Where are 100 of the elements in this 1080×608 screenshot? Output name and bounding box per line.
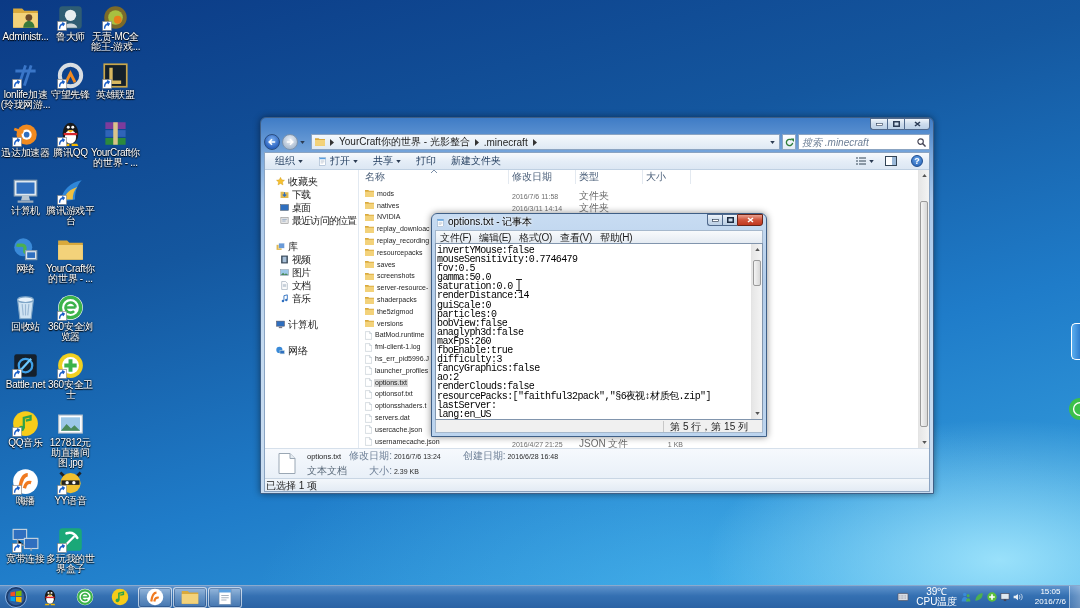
sidebar-item[interactable]: 最近访问的位置 xyxy=(265,214,358,227)
property-label: 修改日期: xyxy=(349,449,392,463)
toolbar-button[interactable]: 新建文件夹 xyxy=(446,153,506,169)
sidebar-item[interactable]: 网络 xyxy=(265,344,358,357)
sidebar-item[interactable]: 收藏夹 xyxy=(265,175,358,188)
plus-disc-icon[interactable] xyxy=(57,352,84,379)
file-icon xyxy=(365,330,372,340)
column-header[interactable]: 名称 xyxy=(359,170,509,184)
sidebar-item[interactable]: 下载 xyxy=(265,188,358,201)
frame-icon[interactable] xyxy=(102,62,129,89)
caret-icon[interactable] xyxy=(298,159,303,163)
folder-icon xyxy=(365,202,374,210)
desktop-icon-label[interactable]: 360安全卫士 xyxy=(45,380,96,400)
desktop-icon-label[interactable]: YourCraft你的世界 - ... xyxy=(90,148,141,168)
book-stack-icon[interactable] xyxy=(102,120,129,147)
monitor-icon[interactable] xyxy=(12,178,39,205)
desktop-icon-label[interactable]: lonlife加速(玲珑网游... xyxy=(0,90,51,110)
folder-icon xyxy=(365,296,374,304)
right-arrow-icon xyxy=(286,138,294,146)
list-view-icon xyxy=(856,157,866,165)
close-button[interactable] xyxy=(737,214,763,226)
sidebar-item[interactable]: 音乐 xyxy=(265,292,358,305)
pickaxe-tile-icon[interactable] xyxy=(57,526,84,553)
desktop-icon-label[interactable]: 英雄联盟 xyxy=(90,90,141,100)
desktop-icon-label[interactable]: 腾讯游戏平台 xyxy=(45,206,96,226)
toolbar-button[interactable]: 组织 xyxy=(270,153,308,169)
network-icon xyxy=(276,346,285,355)
ring-emblem-icon[interactable] xyxy=(102,4,129,31)
menu-item[interactable]: 查看(V) xyxy=(560,231,592,243)
slashed-ring-tile-icon[interactable] xyxy=(12,352,39,379)
sensor-label: CPU温度 xyxy=(916,597,958,607)
pane-icon xyxy=(885,156,897,166)
screen-icon xyxy=(280,203,289,212)
taskbar-button[interactable] xyxy=(208,586,242,608)
sidebar-item[interactable]: 文档 xyxy=(265,279,358,292)
maximize-icon xyxy=(726,217,734,223)
desktop-icon-label[interactable]: 迅达加速器 xyxy=(0,148,51,158)
status-text: 已选择 1 项 xyxy=(266,479,318,491)
slanted-strokes-icon[interactable] xyxy=(12,62,39,89)
desktop-icon-label[interactable]: Administr... xyxy=(0,32,51,42)
column-header[interactable]: 修改日期 xyxy=(509,170,576,184)
sidebar-item[interactable]: 计算机 xyxy=(265,318,358,331)
e-ring-icon[interactable] xyxy=(57,294,84,321)
toolbar-button[interactable]: 打开 xyxy=(313,153,363,169)
menu-item[interactable]: 编辑(E) xyxy=(479,231,512,243)
sidebar-item[interactable]: 库 xyxy=(265,240,358,253)
keyboard-icon[interactable] xyxy=(896,592,909,602)
column-header[interactable]: 大小 xyxy=(643,170,691,184)
caret-icon[interactable] xyxy=(353,159,358,163)
side-panel-tab[interactable] xyxy=(1071,323,1080,360)
chevron-icon xyxy=(330,138,334,146)
taskbar-button[interactable] xyxy=(138,586,172,608)
desktop-icon-label[interactable]: 360安全浏览器 xyxy=(45,322,96,342)
sidebar-item[interactable]: 视频 xyxy=(265,253,358,266)
desktop-icon-label[interactable]: 多玩我的世界盒子 xyxy=(45,554,96,574)
desktop-icon-label[interactable]: YourCraft你的世界 - ... xyxy=(45,264,96,284)
file-type: 文件夹 xyxy=(579,189,609,201)
minimize-button[interactable] xyxy=(707,214,722,226)
preview-pane-button[interactable] xyxy=(882,153,900,169)
status-text: 第 5 行，第 15 列 xyxy=(663,420,762,432)
sidebar-item[interactable]: 图片 xyxy=(265,266,358,279)
toolbar-button[interactable]: 共享 xyxy=(368,153,406,169)
globe-monitor-icon[interactable] xyxy=(12,236,39,263)
plus-disc-icon[interactable] xyxy=(986,592,997,602)
folder-icon xyxy=(365,320,374,328)
clock-time[interactable]: 15:05 xyxy=(1040,587,1061,597)
temperature-reading: 39℃ xyxy=(926,587,948,597)
picture-icon xyxy=(280,268,289,277)
document-icon xyxy=(280,281,289,290)
scrollbar-thumb[interactable] xyxy=(920,201,928,427)
wing-swoosh-icon[interactable] xyxy=(57,178,84,205)
music-note-icon xyxy=(280,294,289,303)
caret-icon[interactable] xyxy=(869,159,874,163)
details-file-type: 文本文档 xyxy=(307,464,348,478)
toolbar-button[interactable]: 打印 xyxy=(411,153,441,169)
maximize-button[interactable] xyxy=(722,214,737,226)
file-type: 文件夹 xyxy=(579,201,609,213)
folder-icon xyxy=(365,308,374,316)
folder-icon xyxy=(315,138,325,146)
notepad-icon xyxy=(318,156,327,166)
folder-icon xyxy=(365,225,374,233)
two-monitors-icon[interactable] xyxy=(12,526,39,553)
menu-item[interactable]: 帮助(H) xyxy=(599,231,633,243)
person-tile-icon[interactable] xyxy=(57,4,84,31)
ring-icon[interactable] xyxy=(57,62,84,89)
column-header[interactable]: 类型 xyxy=(576,170,643,184)
music-note-disc-icon[interactable] xyxy=(12,410,39,437)
caret-icon[interactable] xyxy=(396,159,401,163)
file-icon xyxy=(365,413,372,423)
swirl-disc-icon[interactable] xyxy=(12,468,39,495)
sidebar-item[interactable]: 桌面 xyxy=(265,201,358,214)
speaker-icon[interactable] xyxy=(1012,592,1023,602)
menu-item[interactable]: 格式(O) xyxy=(519,231,553,243)
music-note-disc-icon xyxy=(111,588,129,606)
monitor-icon[interactable] xyxy=(999,592,1010,602)
clock-date[interactable]: 2016/7/6 xyxy=(1034,597,1066,607)
library-icon xyxy=(276,242,285,251)
menu-item[interactable]: 文件(F) xyxy=(440,231,472,243)
notepad-icon xyxy=(436,218,445,228)
desktop-icon-label[interactable]: 无责-MC全能王-游戏... xyxy=(90,32,141,52)
